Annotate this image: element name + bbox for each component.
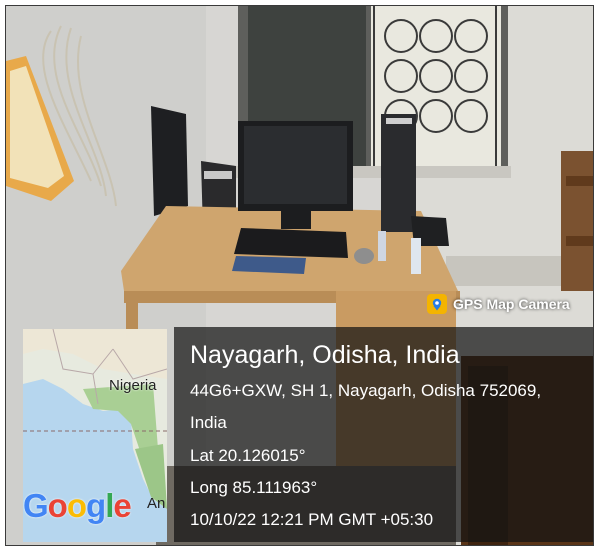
app-name-label: GPS Map Camera xyxy=(453,296,570,312)
map-label-partial: An xyxy=(147,495,166,512)
location-map-thumbnail: Nigeria An Google xyxy=(23,329,167,542)
latitude-text: Lat 20.126015° xyxy=(190,446,306,465)
camera-pin-icon xyxy=(427,294,447,314)
address-line-1: 44G6+GXW, SH 1, Nayagarh, Odisha 752069, xyxy=(190,381,542,400)
longitude-text: Long 85.111963° xyxy=(190,478,318,497)
location-title: Nayagarh, Odisha, India xyxy=(190,341,460,369)
google-logo: Google xyxy=(23,487,132,524)
map-label-country: Nigeria xyxy=(109,377,157,394)
geotagged-photo: Nigeria An Google Nayagarh, Odisha, Indi… xyxy=(5,5,594,546)
location-info-panel: Nayagarh, Odisha, India 44G6+GXW, SH 1, … xyxy=(174,327,593,542)
address-line-2: India xyxy=(190,413,227,432)
photo-frame: Nigeria An Google Nayagarh, Odisha, Indi… xyxy=(0,0,599,551)
gps-map-camera-stamp: GPS Map Camera xyxy=(427,291,570,317)
timestamp-text: 10/10/22 12:21 PM GMT +05:30 xyxy=(190,510,434,529)
